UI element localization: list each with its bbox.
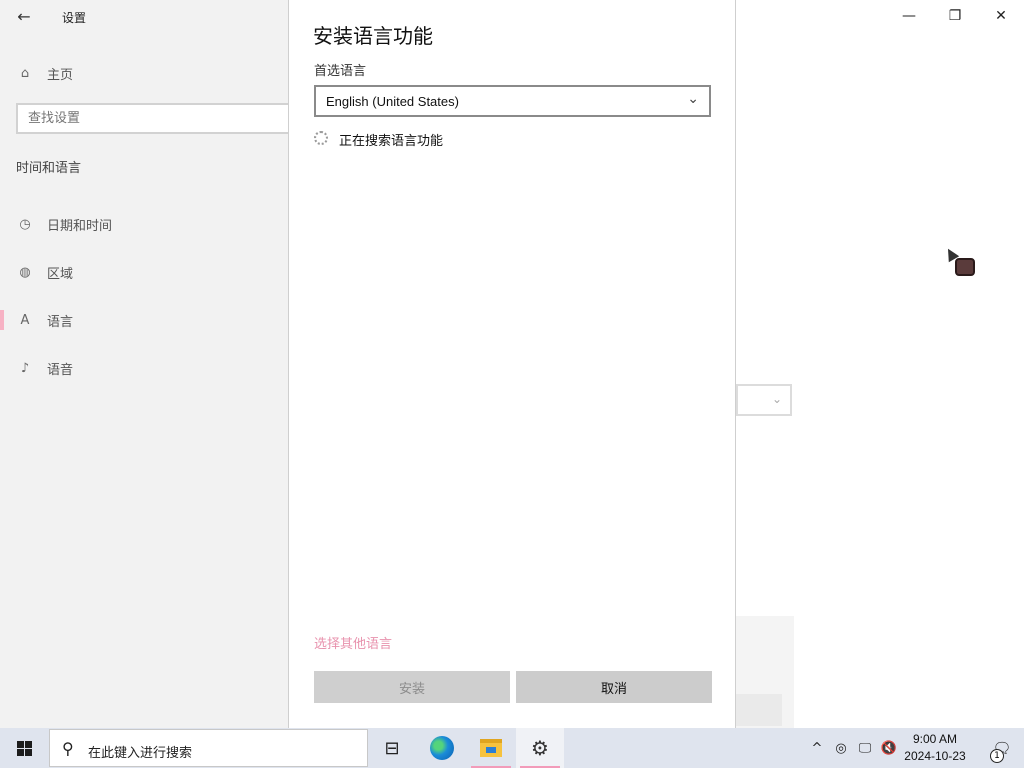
sidebar-item-region[interactable]: ◍ 区域 bbox=[0, 254, 289, 290]
back-button[interactable]: ← bbox=[8, 4, 40, 28]
network-button[interactable]: 🖵 bbox=[854, 728, 876, 768]
globe-icon: ◍ bbox=[19, 264, 31, 280]
task-view-button[interactable]: ⊟ bbox=[368, 728, 416, 768]
search-icon: ⚲ bbox=[62, 739, 74, 758]
back-arrow-icon: ← bbox=[17, 6, 31, 26]
sidebar-item-label: 日期和时间 bbox=[47, 218, 113, 234]
notification-count-badge: 1 bbox=[990, 749, 1004, 763]
selected-language-value: English (United States) bbox=[326, 93, 459, 109]
meet-now-button[interactable]: ◎ bbox=[830, 728, 852, 768]
background-dropdown[interactable]: ⌄ bbox=[736, 384, 792, 416]
home-icon: ⌂ bbox=[20, 65, 30, 81]
install-language-dialog: 安装语言功能 首选语言 English (United States) ⌄ 正在… bbox=[288, 0, 736, 728]
searching-status-text: 正在搜索语言功能 bbox=[339, 134, 444, 149]
close-icon: ✕ bbox=[995, 8, 1007, 24]
minimize-icon: — bbox=[902, 8, 916, 24]
show-hidden-icons-button[interactable]: ^ bbox=[806, 728, 828, 768]
gear-icon: ⚙ bbox=[531, 736, 549, 760]
close-button[interactable]: ✕ bbox=[978, 0, 1024, 32]
sidebar-item-home[interactable]: ⌂ 主页 bbox=[0, 55, 289, 91]
notification-center-button[interactable]: 🗨 bbox=[980, 728, 1024, 768]
calendar-clock-icon: ◷ bbox=[19, 216, 31, 232]
clock-date: 2024-10-23 bbox=[904, 749, 966, 763]
sidebar-item-date-time[interactable]: ◷ 日期和时间 bbox=[0, 206, 289, 242]
restore-button[interactable]: ❐ bbox=[932, 0, 978, 32]
clock-time: 9:00 AM bbox=[912, 732, 958, 746]
volume-button[interactable]: 🔇 bbox=[878, 728, 900, 768]
background-button[interactable] bbox=[736, 694, 782, 726]
taskbar-search-box[interactable]: ⚲ 在此键入进行搜索 bbox=[49, 729, 368, 767]
task-view-icon: ⊟ bbox=[384, 737, 400, 759]
section-title: 时间和语言 bbox=[16, 161, 82, 176]
microphone-icon: ♪ bbox=[20, 360, 30, 376]
choose-other-language-link[interactable]: 选择其他语言 bbox=[314, 633, 392, 652]
sidebar-item-language[interactable]: A 语言 bbox=[0, 302, 289, 338]
taskbar-search-placeholder: 在此键入进行搜索 bbox=[88, 746, 193, 761]
file-explorer-icon bbox=[480, 739, 502, 757]
preferred-language-dropdown[interactable]: English (United States) ⌄ bbox=[314, 85, 711, 117]
sidebar-item-label: 区域 bbox=[47, 266, 74, 282]
settings-taskbar-button[interactable]: ⚙ bbox=[516, 728, 564, 768]
sidebar-item-label: 语音 bbox=[47, 362, 74, 378]
edge-taskbar-button[interactable] bbox=[418, 728, 466, 768]
taskbar: ⚲ 在此键入进行搜索 ⊟ ⚙ ^ ◎ 🖵 🔇 9:00 AM 2024-10-2… bbox=[0, 728, 1024, 768]
sidebar-item-label: 主页 bbox=[47, 67, 74, 83]
dialog-title: 安装语言功能 bbox=[313, 24, 433, 48]
sidebar: ← 设置 ⌂ 主页 时间和语言 ◷ 日期和时间 ◍ 区域 A 语言 ♪ 语音 bbox=[0, 0, 296, 728]
preferred-language-label: 首选语言 bbox=[314, 64, 367, 79]
busy-indicator-icon bbox=[955, 258, 975, 276]
language-icon: A bbox=[20, 312, 30, 328]
edge-icon bbox=[430, 736, 454, 760]
loading-spinner-icon bbox=[314, 131, 328, 145]
minimize-button[interactable]: — bbox=[886, 0, 932, 32]
windows-logo-icon bbox=[16, 740, 32, 756]
cancel-button[interactable]: 取消 bbox=[516, 671, 712, 703]
chevron-down-icon: ⌄ bbox=[771, 392, 782, 406]
settings-search-box[interactable] bbox=[16, 103, 296, 134]
meet-now-icon: ◎ bbox=[835, 740, 847, 756]
settings-search-input[interactable] bbox=[18, 105, 268, 132]
sidebar-item-speech[interactable]: ♪ 语音 bbox=[0, 350, 289, 386]
network-icon: 🖵 bbox=[858, 740, 872, 756]
install-button[interactable]: 安装 bbox=[314, 671, 510, 703]
chevron-down-icon: ⌄ bbox=[687, 91, 699, 107]
sidebar-item-label: 语言 bbox=[47, 314, 74, 330]
chevron-up-icon: ^ bbox=[811, 740, 823, 756]
file-explorer-taskbar-button[interactable] bbox=[467, 728, 515, 768]
window-title: 设置 bbox=[62, 11, 87, 25]
restore-icon: ❐ bbox=[948, 8, 962, 24]
volume-muted-icon: 🔇 bbox=[880, 740, 898, 756]
start-button[interactable] bbox=[0, 728, 48, 768]
clock[interactable]: 9:00 AM 2024-10-23 bbox=[900, 731, 970, 765]
